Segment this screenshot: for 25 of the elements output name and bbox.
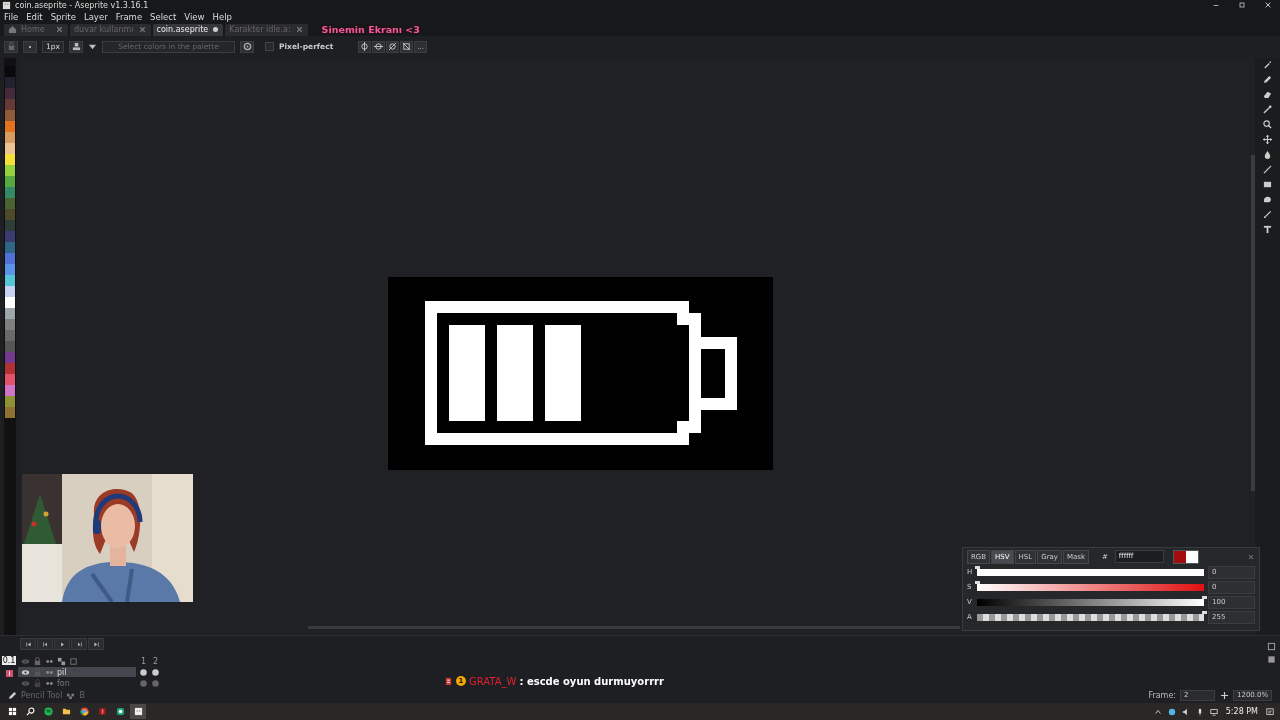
frame-label: Frame: [1148,691,1176,701]
chat-message: : escde oyun durmuyorrrr [519,675,664,687]
layer-name: fon [57,678,70,688]
chat-username: GRATA_W [469,675,517,687]
menu-item[interactable]: View [184,11,205,22]
layer-name: pil [57,667,67,677]
menu-item[interactable]: Frame [115,11,143,22]
tool-name: Pencil Tool [21,691,63,701]
tab-label: coin.aseprite [156,25,209,35]
menu-item[interactable]: Sprite [50,11,76,22]
stream-caption: Sinemin Ekranı <3 [321,23,420,36]
shortcut-key: B [79,691,85,701]
window-title: coin.aseprite - Aseprite v1.3.16.1 [15,1,149,10]
menu-item[interactable]: Help [212,11,232,22]
menu-item[interactable]: File [4,11,19,22]
menu-item[interactable]: Select [150,11,177,22]
file-tab[interactable]: coin.aseprite [152,23,224,36]
layer-row[interactable]: fon [18,678,136,689]
menu-item[interactable]: Layer [83,11,108,22]
frame-number[interactable]: 1 [139,656,148,666]
clock[interactable]: 5:28 PM [1225,707,1258,717]
menu-item[interactable]: Edit [26,11,43,22]
layer-row[interactable]: pil [18,667,136,678]
onion-badge[interactable]: 0.1 [1,656,17,666]
frame-number[interactable]: 2 [151,656,160,666]
